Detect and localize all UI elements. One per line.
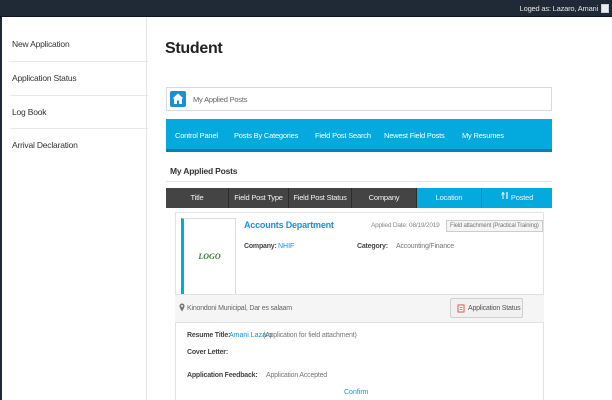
company-label: Company: — [244, 243, 277, 250]
column-title[interactable]: Title — [166, 188, 229, 208]
location-pin-icon — [179, 303, 185, 314]
main-nav: Control Panel Posts By Categories Field … — [166, 119, 552, 152]
sidebar-divider — [10, 95, 148, 96]
category-label: Category: — [357, 243, 388, 250]
sidebar-item-log-book[interactable]: Log Book — [12, 107, 144, 117]
column-company[interactable]: Company — [352, 188, 417, 208]
confirm-link[interactable]: Confirm — [344, 389, 369, 396]
sidebar-item-arrival-declaration[interactable]: Arrival Declaration — [12, 140, 144, 150]
column-location[interactable]: Location — [417, 188, 482, 208]
status-icon — [457, 304, 465, 315]
divider — [166, 181, 552, 182]
sidebar: New Application Application Status Log B… — [2, 17, 148, 400]
column-field-post-status[interactable]: Field Post Status — [289, 188, 352, 208]
user-icon[interactable] — [601, 4, 609, 13]
sidebar-divider — [10, 61, 148, 62]
sort-arrow-icon — [501, 188, 509, 208]
column-posted-label: Posted — [510, 193, 534, 202]
page-title: Student — [165, 40, 223, 57]
top-bar: Loged as: Lazaro, Amani — [0, 0, 612, 17]
resume-description: (Application for field attachment) — [263, 332, 357, 339]
home-icon[interactable] — [170, 91, 186, 107]
applied-date: Applied Date: 08/19/2019 — [371, 222, 440, 229]
sidebar-item-new-application[interactable]: New Application — [12, 39, 144, 49]
column-field-post-type[interactable]: Field Post Type — [229, 188, 289, 208]
column-posted[interactable]: Posted — [482, 188, 552, 208]
company-logo: LOGO — [181, 218, 236, 298]
applied-post-card: LOGO Accounts Department Applied Date: 0… — [175, 212, 544, 400]
section-heading: My Applied Posts — [170, 166, 238, 176]
nav-field-post-search[interactable]: Field Post Search — [315, 131, 371, 140]
table-header: Title Field Post Type Field Post Status … — [166, 188, 552, 208]
company-link[interactable]: NHIF — [278, 243, 294, 250]
resume-title-label: Resume Title: — [187, 332, 231, 339]
sidebar-item-application-status[interactable]: Application Status — [12, 73, 144, 83]
nav-my-resumes[interactable]: My Resumes — [462, 131, 504, 140]
cover-letter-label: Cover Letter: — [187, 349, 228, 356]
breadcrumb-current: My Applied Posts — [193, 95, 248, 104]
feedback-label: Application Feedback: — [187, 372, 258, 379]
location-bar: Kinondoni Municipal, Dar es salaam Appli… — [175, 294, 544, 323]
feedback-value: Application Accepted — [266, 372, 327, 379]
nav-control-panel[interactable]: Control Panel — [175, 131, 218, 140]
nav-newest-field-posts[interactable]: Newest Field Posts — [384, 131, 445, 140]
post-title-link[interactable]: Accounts Department — [244, 220, 334, 230]
logo-text: LOGO — [198, 252, 221, 261]
application-status-label: Application Status — [468, 305, 521, 312]
location-text: Kinondoni Municipal, Dar es salaam — [187, 305, 292, 312]
application-status-button[interactable]: Application Status — [450, 298, 523, 318]
logged-in-user: Loged as: Lazaro, Amani — [519, 4, 599, 13]
post-type-badge: Field attachment (Practical Training) — [446, 220, 543, 232]
sidebar-divider — [10, 128, 148, 129]
nav-posts-by-categories[interactable]: Posts By Categories — [234, 131, 298, 140]
category-value: Accounting/Finance — [396, 243, 454, 250]
breadcrumb: My Applied Posts — [166, 87, 552, 111]
